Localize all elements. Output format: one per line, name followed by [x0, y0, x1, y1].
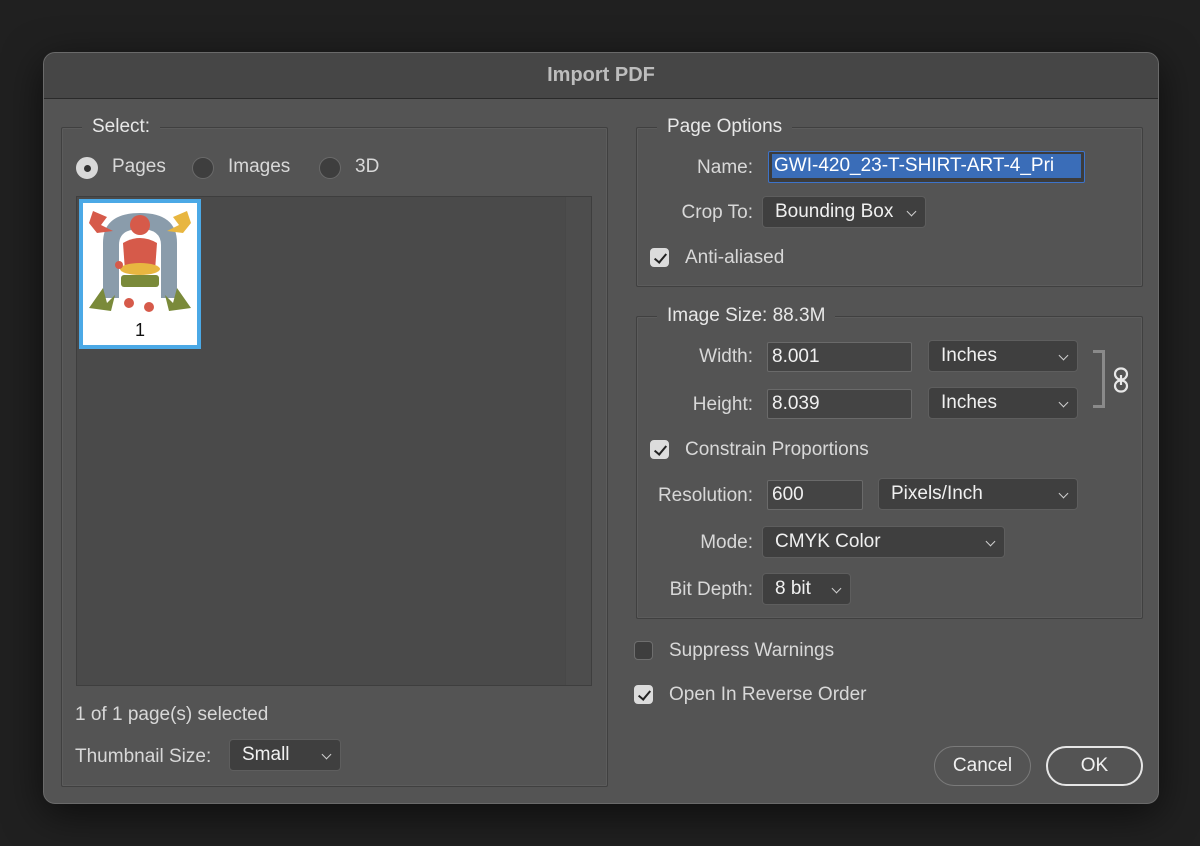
reverse-order-label[interactable]: Open In Reverse Order — [669, 684, 866, 706]
cancel-button[interactable]: Cancel — [934, 746, 1031, 786]
height-label: Height: — [692, 394, 753, 415]
bit-depth-select[interactable]: 8 bit — [762, 573, 851, 605]
width-input[interactable]: 8.001 — [767, 342, 912, 372]
dialog-title: Import PDF — [547, 64, 655, 86]
thumbnail-list[interactable]: 1 — [76, 196, 592, 686]
pages-radio-label[interactable]: Pages — [112, 156, 166, 178]
thumbnail-size-select[interactable]: Small — [229, 739, 341, 771]
page-thumbnail[interactable]: 1 — [79, 199, 201, 349]
mode-select[interactable]: CMYK Color — [762, 526, 1005, 558]
link-chain-icon[interactable] — [1113, 367, 1129, 393]
height-unit-value: Inches — [941, 392, 997, 413]
link-bracket — [1093, 350, 1105, 408]
title-bar[interactable]: Import PDF — [44, 53, 1158, 99]
name-label: Name: — [697, 157, 753, 178]
image-size-label: Image Size: 88.3M — [657, 305, 836, 327]
chevron-down-icon — [321, 749, 332, 760]
constrain-proportions-checkbox[interactable] — [650, 440, 669, 459]
chevron-down-icon — [906, 206, 917, 217]
suppress-warnings-label[interactable]: Suppress Warnings — [669, 640, 834, 662]
images-radio-label[interactable]: Images — [228, 156, 290, 178]
crop-to-label: Crop To: — [681, 202, 753, 223]
width-label: Width: — [699, 346, 753, 367]
page-number: 1 — [134, 320, 145, 340]
selection-status: 1 of 1 page(s) selected — [75, 704, 269, 725]
name-input-value: GWI-420_23-T-SHIRT-ART-4_Pri — [772, 154, 1081, 178]
suppress-warnings-checkbox[interactable] — [634, 641, 653, 660]
ok-button[interactable]: OK — [1046, 746, 1143, 786]
page-options-label: Page Options — [657, 116, 793, 138]
bit-depth-value: 8 bit — [775, 578, 811, 599]
crop-to-value: Bounding Box — [775, 201, 894, 222]
pages-radio[interactable] — [76, 157, 98, 179]
thumbnail-size-value: Small — [242, 744, 290, 765]
anti-aliased-label[interactable]: Anti-aliased — [685, 247, 784, 269]
chevron-down-icon — [985, 536, 996, 547]
resolution-unit-select[interactable]: Pixels/Inch — [878, 478, 1078, 510]
height-unit-select[interactable]: Inches — [928, 387, 1078, 419]
select-group-label: Select: — [82, 116, 161, 138]
page-artwork-image — [89, 211, 191, 312]
chevron-down-icon — [1058, 397, 1069, 408]
images-radio[interactable] — [192, 157, 214, 179]
constrain-proportions-label[interactable]: Constrain Proportions — [685, 439, 869, 461]
height-input[interactable]: 8.039 — [767, 389, 912, 419]
chevron-down-icon — [831, 583, 842, 594]
resolution-label: Resolution: — [657, 485, 753, 506]
chevron-down-icon — [1058, 488, 1069, 499]
mode-value: CMYK Color — [775, 531, 881, 552]
chevron-down-icon — [1058, 350, 1069, 361]
reverse-order-checkbox[interactable] — [634, 685, 653, 704]
mode-label: Mode: — [700, 532, 753, 553]
width-unit-value: Inches — [941, 345, 997, 366]
name-input[interactable]: GWI-420_23-T-SHIRT-ART-4_Pri — [768, 151, 1085, 183]
3d-radio-label[interactable]: 3D — [355, 156, 379, 178]
thumbnail-scrollbar[interactable] — [565, 197, 591, 685]
resolution-unit-value: Pixels/Inch — [891, 483, 983, 504]
width-unit-select[interactable]: Inches — [928, 340, 1078, 372]
bit-depth-label: Bit Depth: — [669, 579, 753, 600]
resolution-input[interactable]: 600 — [767, 480, 863, 510]
crop-to-select[interactable]: Bounding Box — [762, 196, 926, 228]
3d-radio[interactable] — [319, 157, 341, 179]
anti-aliased-checkbox[interactable] — [650, 248, 669, 267]
thumbnail-size-label: Thumbnail Size: — [75, 746, 212, 767]
